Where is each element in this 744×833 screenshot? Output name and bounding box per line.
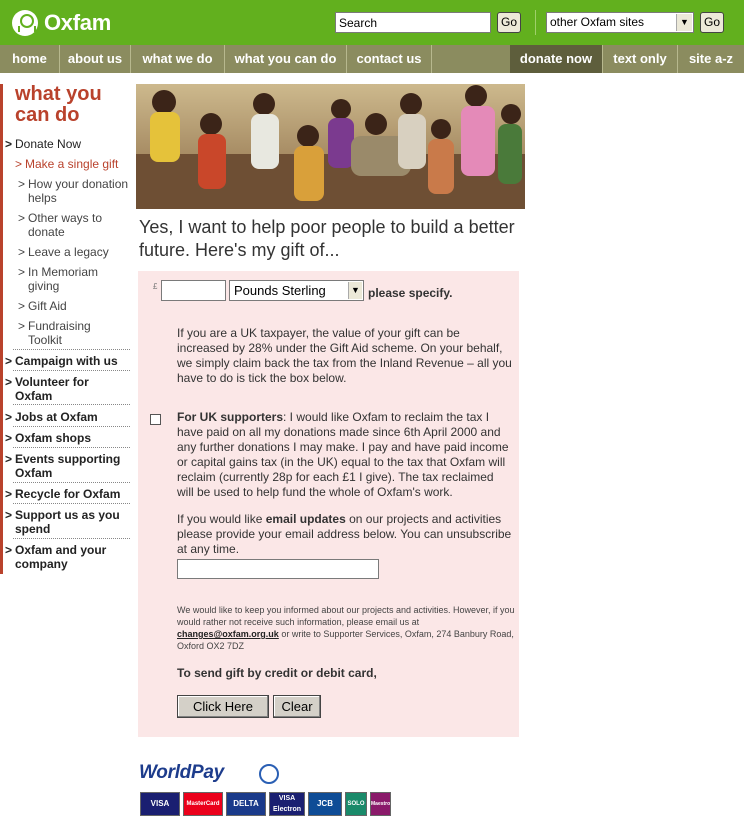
sidebar-divider [13,349,130,350]
search-input[interactable] [335,12,491,33]
sidebar-item-shops[interactable]: > Oxfam shops [5,431,129,445]
nav-text-only[interactable]: text only [603,45,678,73]
sidebar-item-fundraising-toolkit[interactable]: > Fundraising Toolkit [18,319,108,347]
sidebar-item-company[interactable]: > Oxfam and your company [5,543,129,571]
sidebar-title: what you can do [15,83,102,126]
currency-symbol: £ [153,282,158,291]
sidebar-item-volunteer[interactable]: > Volunteer for Oxfam [5,375,129,403]
uk-supporters-label: For UK supporters [177,410,284,424]
sidebar-divider [13,482,130,483]
sidebar-item-events[interactable]: > Events supporting Oxfam [5,452,129,480]
sidebar-item-single-gift[interactable]: > Make a single gift [15,157,130,171]
sites-go-button[interactable]: Go [700,12,724,33]
changes-email-link[interactable]: changes@oxfam.org.uk [177,629,279,639]
chevron-down-icon[interactable]: ▼ [348,282,362,299]
chevron-right-icon: > [5,487,13,501]
clear-button[interactable]: Clear [273,695,321,718]
chevron-right-icon: > [18,265,26,279]
chevron-down-icon[interactable]: ▼ [676,14,692,31]
nav-contact-us[interactable]: contact us [347,45,432,73]
sidebar-item-in-memoriam[interactable]: > In Memoriam giving [18,265,113,293]
chevron-right-icon: > [18,177,26,191]
visa-electron-logo: VISA Electron [269,792,305,816]
chevron-right-icon: > [5,410,13,424]
oxfam-sites-select[interactable]: other Oxfam sites ▼ [546,12,694,33]
jcb-card-logo: JCB [308,792,342,816]
sidebar-item-support-spend[interactable]: > Support us as you spend [5,508,129,536]
chevron-right-icon: > [18,299,26,313]
hero-photo-illustration [136,84,525,209]
chevron-right-icon: > [5,354,13,368]
currency-select-value: Pounds Sterling [234,283,326,298]
sidebar-divider [13,404,130,405]
sidebar-item-legacy[interactable]: > Leave a legacy [18,245,130,259]
nav-site-a-z[interactable]: site a-z [678,45,744,73]
top-header: Oxfam Go other Oxfam sites ▼ Go [0,0,744,45]
gift-aid-info: If you are a UK taxpayer, the value of y… [177,326,512,385]
sidebar: what you can do > Donate Now > Make a si… [0,83,130,574]
chevron-right-icon: > [5,508,13,522]
oxfam-logo[interactable]: Oxfam [12,9,111,37]
chevron-right-icon: > [5,137,13,151]
gift-aid-checkbox[interactable] [150,414,161,425]
maestro-card-logo: Maestro [370,792,391,816]
currency-select[interactable]: Pounds Sterling ▼ [229,280,364,301]
chevron-right-icon: > [18,245,26,259]
page-headline: Yes, I want to help poor people to build… [139,217,515,260]
please-specify-label: please specify. [368,286,453,300]
chevron-right-icon: > [5,452,13,466]
nav-home[interactable]: home [0,45,60,73]
solo-card-logo: SOLO [345,792,367,816]
privacy-small-print: We would like to keep you informed about… [177,605,515,651]
sidebar-item-recycle[interactable]: > Recycle for Oxfam [5,487,129,501]
sidebar-divider [13,503,130,504]
uk-supporters-declaration: For UK supporters: I would like Oxfam to… [177,410,513,500]
oxfam-logo-icon [12,10,38,36]
nav-about-us[interactable]: about us [60,45,131,73]
sidebar-divider [13,426,130,427]
sidebar-item-campaign[interactable]: > Campaign with us [5,354,129,368]
chevron-right-icon: > [15,157,23,171]
site-select-value: other Oxfam sites [550,15,645,29]
send-gift-label: To send gift by credit or debit card, [177,666,377,680]
click-here-button[interactable]: Click Here [177,695,269,718]
sidebar-divider [13,538,130,539]
nav-what-we-do[interactable]: what we do [131,45,225,73]
sidebar-item-gift-aid[interactable]: > Gift Aid [18,299,130,313]
sidebar-divider [13,370,130,371]
logo-text: Oxfam [44,10,111,35]
chevron-right-icon: > [18,319,26,333]
nav-what-you-can-do[interactable]: what you can do [225,45,347,73]
email-field[interactable] [177,559,379,579]
sidebar-item-jobs[interactable]: > Jobs at Oxfam [5,410,129,424]
sidebar-item-other-ways[interactable]: > Other ways to donate [18,211,118,239]
email-updates-info: If you would like email updates on our p… [177,512,512,556]
visa-card-logo: VISA [140,792,180,816]
chevron-right-icon: > [5,543,13,557]
delta-card-logo: DELTA [226,792,266,816]
search-go-button[interactable]: Go [497,12,521,33]
amount-input[interactable] [161,280,226,301]
sidebar-item-donate-now[interactable]: > Donate Now [5,137,81,151]
worldpay-logo: WorldPay [139,762,279,784]
mastercard-logo: MasterCard [183,792,223,816]
chevron-right-icon: > [5,431,13,445]
sidebar-item-how-donation-helps[interactable]: > How your donation helps [18,177,130,205]
chevron-right-icon: > [5,375,13,389]
chevron-right-icon: > [18,211,26,225]
sidebar-divider [13,447,130,448]
hero-photo-children [136,84,525,209]
nav-donate-now[interactable]: donate now [510,45,603,73]
worldpay-globe-icon [259,764,279,784]
header-divider [535,10,536,35]
main-nav: home about us what we do what you can do… [0,45,744,73]
